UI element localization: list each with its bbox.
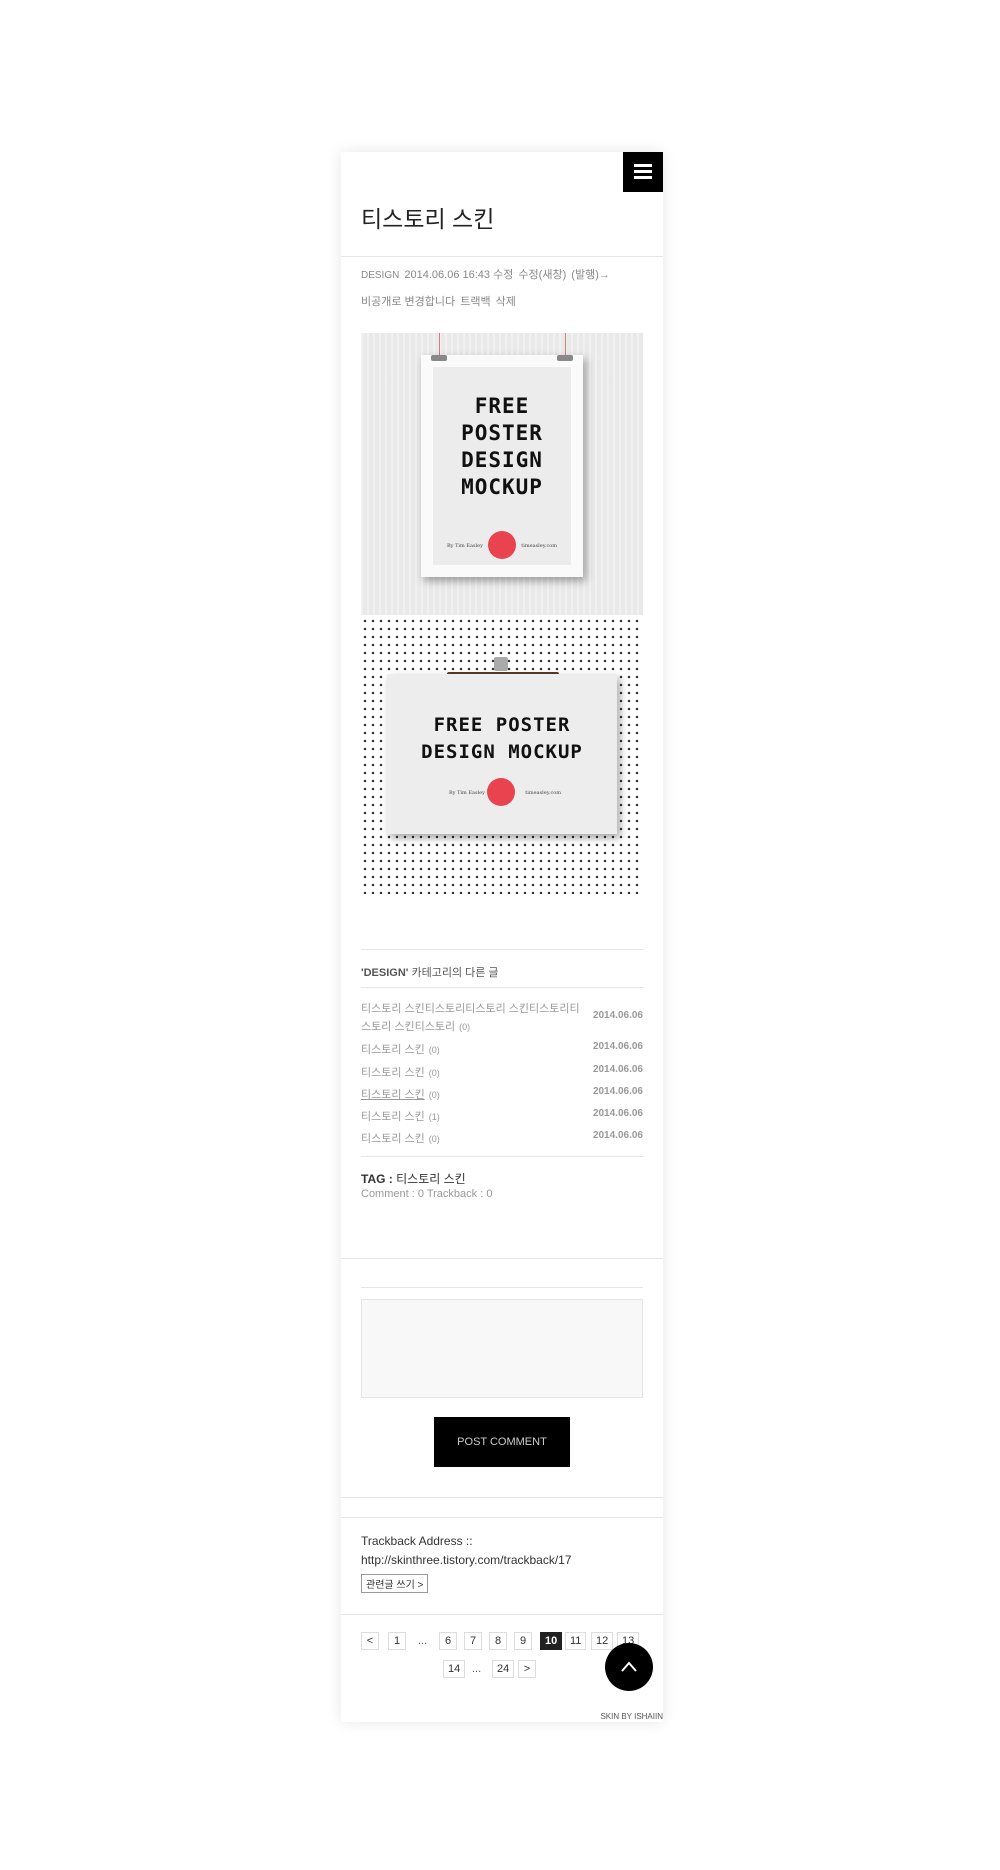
poster-line: DESIGN MOCKUP — [421, 741, 583, 763]
edit-link[interactable]: 수정 — [493, 269, 513, 281]
divider — [361, 987, 643, 988]
poster-logo — [488, 531, 516, 559]
trackback-label: Trackback Address :: — [361, 1534, 473, 1548]
poster-frame: FREE POSTER DESIGN MOCKUP By Tim Easley … — [387, 674, 617, 834]
binder-clip-icon — [494, 657, 508, 671]
poster-line: MOCKUP — [461, 475, 543, 499]
trackback-info: Trackback Address :: http://skinthree.ti… — [361, 1532, 572, 1570]
pagination-page[interactable]: 9 — [514, 1632, 532, 1650]
related-item-link[interactable]: 티스토리 스킨 — [361, 1067, 425, 1079]
hanging-string — [439, 333, 440, 355]
divider — [341, 256, 663, 257]
tag-line: TAG : 티스토리 스킨 — [361, 1170, 466, 1187]
pagination-page[interactable]: 11 — [565, 1632, 587, 1650]
divider — [341, 1497, 663, 1498]
poster-site: timeasley.com — [521, 543, 557, 549]
related-item-count: (0) — [428, 1068, 440, 1078]
poster-line: FREE — [474, 394, 530, 418]
pagination-prev[interactable]: < — [361, 1632, 379, 1650]
divider — [361, 949, 643, 950]
trackback-link[interactable]: 트랙백 — [460, 296, 490, 308]
edit-newwin-link[interactable]: 수정(새창) — [518, 269, 566, 281]
related-item-date: 2014.06.06 — [592, 1086, 643, 1097]
pagination-next[interactable]: > — [518, 1660, 536, 1678]
hanging-string — [565, 333, 566, 355]
related-heading-text: 카테고리의 다른 글 — [408, 967, 499, 979]
related-heading: 'DESIGN' 카테고리의 다른 글 — [361, 964, 643, 980]
clip-icon — [431, 355, 447, 361]
pagination-page[interactable]: 24 — [492, 1660, 515, 1678]
poster-mockup-image-2: FREE POSTER DESIGN MOCKUP By Tim Easley … — [361, 617, 643, 894]
publish-link[interactable]: (발행)→ — [571, 269, 610, 281]
poster-line: FREE POSTER — [433, 714, 571, 736]
post-meta: DESIGN 2014.06.06 16:43 수정 수정(새창) (발행)→ … — [361, 262, 651, 315]
divider — [361, 1287, 643, 1288]
write-related-button[interactable]: 관련글 쓰기 > — [361, 1574, 429, 1593]
poster-site: timeasley.com — [525, 790, 561, 796]
post-title: 티스토리 스킨 — [361, 206, 495, 232]
related-item-date: 2014.06.06 — [592, 1064, 643, 1075]
pagination-page[interactable]: 12 — [591, 1632, 614, 1650]
trackback-url: http://skinthree.tistory.com/trackback/1… — [361, 1553, 572, 1567]
comment-textarea[interactable] — [361, 1299, 643, 1398]
related-item-link[interactable]: 티스토리 스킨 — [361, 1044, 425, 1056]
related-item-count: (0) — [428, 1045, 440, 1055]
divider — [361, 1156, 643, 1157]
related-item-count: (0) — [428, 1090, 440, 1100]
poster-paper: FREE POSTER DESIGN MOCKUP By Tim Easley … — [433, 367, 571, 565]
pagination-page[interactable]: 7 — [464, 1632, 482, 1650]
menu-icon-bar — [634, 170, 652, 173]
pagination-page[interactable]: 1 — [388, 1632, 406, 1650]
menu-button[interactable] — [623, 152, 663, 192]
pagination-page-current[interactable]: 10 — [540, 1632, 563, 1650]
make-private-link[interactable]: 비공개로 변경합니다 — [361, 296, 455, 308]
divider — [341, 1614, 663, 1615]
related-item-count: (1) — [428, 1112, 440, 1122]
post-card: 티스토리 스킨 DESIGN 2014.06.06 16:43 수정 수정(새창… — [341, 152, 663, 1722]
menu-icon-bar — [634, 176, 652, 179]
related-item-link[interactable]: 티스토리 스킨 — [361, 1089, 425, 1101]
related-item-link[interactable]: 티스토리 스킨티스토리티스토리 스킨티스토리티스토리 스킨티스토리 — [361, 1003, 580, 1033]
pagination-page[interactable]: 6 — [439, 1632, 457, 1650]
related-item-date: 2014.06.06 — [592, 1041, 643, 1052]
tag-label: TAG : — [361, 1172, 393, 1186]
pagination-ellipsis: ... — [472, 1663, 482, 1675]
pagination-page[interactable]: 8 — [489, 1632, 507, 1650]
delete-link[interactable]: 삭제 — [496, 296, 516, 308]
related-item-count: (0) — [459, 1022, 471, 1032]
pagination-ellipsis: ... — [418, 1635, 428, 1647]
poster-logo — [487, 778, 515, 806]
poster-frame: FREE POSTER DESIGN MOCKUP By Tim Easley … — [421, 355, 583, 577]
post-category-link[interactable]: DESIGN — [361, 270, 399, 281]
post-comment-button[interactable]: POST COMMENT — [434, 1417, 570, 1467]
post-stats: Comment : 0 Trackback : 0 — [361, 1188, 493, 1200]
poster-mockup-image-1: FREE POSTER DESIGN MOCKUP By Tim Easley … — [361, 333, 643, 615]
scroll-top-button[interactable] — [605, 1643, 653, 1691]
related-item-link[interactable]: 티스토리 스킨 — [361, 1133, 425, 1145]
poster-headline: FREE POSTER DESIGN MOCKUP — [387, 712, 617, 766]
related-item-count: (0) — [428, 1134, 440, 1144]
related-item-date: 2014.06.06 — [592, 1010, 643, 1021]
divider — [341, 1517, 663, 1518]
related-item: 티스토리 스킨티스토리티스토리 스킨티스토리티스토리 스킨티스토리 (0) 201… — [361, 1000, 643, 1040]
related-item-date: 2014.06.06 — [592, 1130, 643, 1141]
poster-byline: By Tim Easley — [447, 543, 483, 549]
menu-icon-bar — [634, 164, 652, 167]
chevron-up-icon — [621, 1661, 637, 1672]
related-item-date: 2014.06.06 — [592, 1108, 643, 1119]
divider — [341, 1258, 663, 1259]
related-heading-category: 'DESIGN' — [361, 967, 409, 979]
clip-icon — [557, 355, 573, 361]
related-item-link[interactable]: 티스토리 스킨 — [361, 1111, 425, 1123]
tag-link[interactable]: 티스토리 스킨 — [396, 1172, 466, 1186]
skin-credit: SKIN BY ISHAIIN — [600, 1712, 663, 1721]
poster-line: DESIGN — [461, 448, 543, 472]
poster-line: POSTER — [461, 421, 543, 445]
poster-byline: By Tim Easley — [449, 790, 485, 796]
post-datetime: 2014.06.06 16:43 — [404, 269, 491, 281]
poster-headline: FREE POSTER DESIGN MOCKUP — [433, 393, 571, 501]
pagination-page[interactable]: 14 — [443, 1660, 466, 1678]
